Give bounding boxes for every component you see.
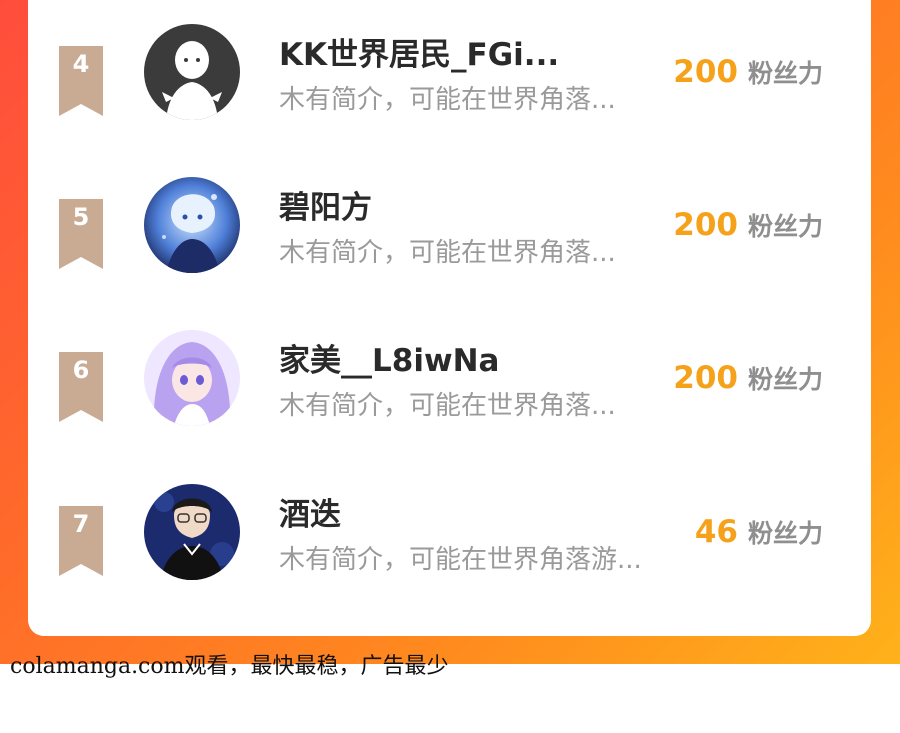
rank-badge: 7 (59, 506, 103, 576)
user-avatar[interactable] (144, 24, 240, 120)
rank-number: 6 (72, 356, 90, 384)
anime-girl-avatar-icon (144, 330, 240, 426)
user-bio: 木有简介，可能在世界角落... (279, 391, 616, 421)
fans-score: 200 粉丝力 (673, 207, 823, 243)
rank-badge: 4 (59, 46, 103, 116)
fans-count: 200 (673, 360, 738, 396)
fans-count: 200 (673, 207, 738, 243)
user-name[interactable]: 碧阳方 (279, 182, 372, 227)
user-bio: 木有简介，可能在世界角落... (279, 85, 616, 115)
user-bio: 木有简介，可能在世界角落... (279, 238, 616, 268)
user-bio: 木有简介，可能在世界角落游... (279, 545, 642, 575)
ranking-row[interactable]: 6 家美__L8iwNa 木有简介，可能在世界角落... 200 粉丝力 (28, 330, 871, 450)
fans-count: 200 (673, 54, 738, 90)
rank-number: 7 (72, 510, 90, 538)
watermark-footer-text: colamanga.com观看，最快最稳，广告最少 (10, 654, 449, 679)
user-avatar[interactable] (144, 330, 240, 426)
fans-count: 46 (694, 514, 738, 550)
user-name[interactable]: 家美__L8iwNa (279, 335, 499, 380)
user-avatar[interactable] (144, 177, 240, 273)
user-name[interactable]: 酒迭 (279, 489, 341, 534)
ranking-row[interactable]: 7 酒迭 木有简介，可能在世界角落游... 46 粉丝力 (28, 484, 871, 604)
fans-label: 粉丝力 (747, 365, 823, 394)
fans-label: 粉丝力 (747, 212, 823, 241)
rank-badge: 6 (59, 352, 103, 422)
fans-score: 200 粉丝力 (673, 360, 823, 396)
default-user-avatar-icon (144, 24, 240, 120)
user-name[interactable]: KK世界居民_FGi... (279, 29, 559, 74)
fans-label: 粉丝力 (747, 519, 823, 548)
fans-label: 粉丝力 (747, 59, 823, 88)
ranking-row[interactable]: 4 KK世界居民_FGi... 木有简介，可能在世界角落... 200 粉丝力 (28, 24, 871, 144)
user-avatar[interactable] (144, 484, 240, 580)
rank-number: 4 (72, 50, 90, 78)
anime-character-avatar-icon (144, 177, 240, 273)
rank-badge: 5 (59, 199, 103, 269)
rank-number: 5 (72, 203, 90, 231)
fans-score: 46 粉丝力 (695, 514, 823, 550)
person-photo-avatar-icon (144, 484, 240, 580)
fans-score: 200 粉丝力 (673, 54, 823, 90)
ranking-row[interactable]: 5 碧阳方 木有简介，可能在世界角落... 200 粉丝力 (28, 177, 871, 297)
ranking-card: 4 KK世界居民_FGi... 木有简介，可能在世界角落... 200 粉丝力 5 (28, 0, 871, 636)
